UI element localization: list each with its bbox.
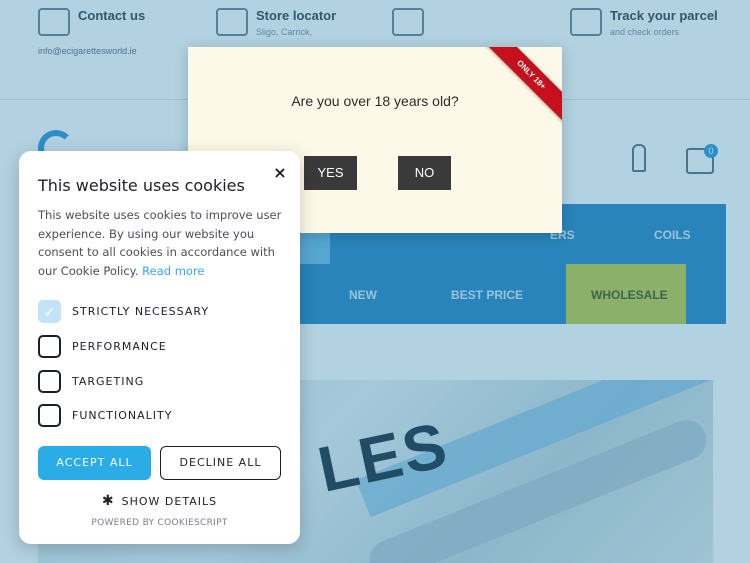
accept-all-button[interactable]: ACCEPT ALL [38,446,151,480]
option-label: FUNCTIONALITY [72,408,173,422]
option-functionality: FUNCTIONALITY [38,403,173,427]
checkbox-performance[interactable] [38,334,61,358]
checkbox-targeting[interactable] [38,369,61,393]
option-label: STRICTLY NECESSARY [72,304,210,318]
age-yes-button[interactable]: YES [304,156,357,190]
option-performance: PERFORMANCE [38,334,167,358]
cookie-title: This website uses cookies [38,176,245,195]
powered-by[interactable]: POWERED BY COOKIESCRIPT [19,518,300,528]
option-strictly-necessary: ✓ STRICTLY NECESSARY [38,299,210,323]
cookie-consent-panel: This website uses cookies × This website… [19,151,300,544]
checkbox-strictly-necessary[interactable]: ✓ [38,299,61,323]
checkbox-functionality[interactable] [38,403,61,427]
age-no-button[interactable]: NO [398,156,451,190]
option-label: TARGETING [72,374,145,388]
cookie-description: This website uses cookies to improve use… [38,206,288,281]
close-icon[interactable]: × [272,165,288,181]
gear-icon: ✱ [101,493,114,509]
show-details-button[interactable]: ✱ SHOW DETAILS [19,493,300,509]
age-question: Are you over 18 years old? [291,93,459,109]
decline-all-button[interactable]: DECLINE ALL [160,446,281,480]
option-label: PERFORMANCE [72,339,167,353]
read-more-link[interactable]: Read more [142,264,204,278]
option-targeting: TARGETING [38,369,145,393]
show-details-label: SHOW DETAILS [121,494,218,508]
age-ribbon: ONLY 18+ [477,47,562,129]
